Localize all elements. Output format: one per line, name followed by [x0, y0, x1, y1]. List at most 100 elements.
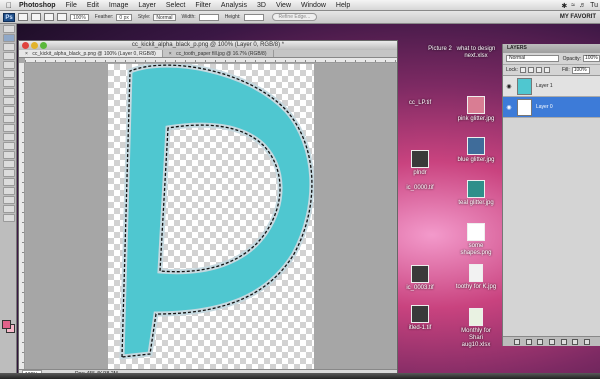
clone-stamp-tool[interactable] — [3, 97, 15, 105]
close-tab-icon[interactable]: × — [169, 51, 172, 57]
layers-panel-title[interactable]: LAYERS — [503, 44, 600, 53]
wifi-icon[interactable]: ≈ — [571, 2, 575, 9]
eyedropper-tool[interactable] — [3, 70, 15, 78]
dock[interactable] — [0, 373, 600, 379]
image-canvas[interactable] — [108, 64, 315, 369]
link-layers-icon[interactable] — [513, 338, 520, 345]
lock-pixels-icon[interactable] — [527, 67, 534, 73]
new-group-icon[interactable] — [560, 338, 567, 345]
menu-3d[interactable]: 3D — [252, 2, 271, 9]
canvas-pasteboard[interactable] — [26, 64, 396, 369]
menu-window[interactable]: Window — [296, 2, 331, 9]
workspace-switcher[interactable]: MY FAVORIT — [560, 14, 596, 20]
menu-select[interactable]: Select — [161, 2, 190, 9]
volume-icon[interactable]: ♬ — [579, 2, 586, 9]
quick-selection-tool[interactable] — [3, 52, 15, 60]
refine-edge-button[interactable]: Refine Edge... — [271, 13, 318, 21]
visibility-eye-icon[interactable]: ◉ — [505, 104, 513, 111]
desktop-icon[interactable]: teal glitter.jpg — [454, 180, 498, 207]
3d-orbit-tool[interactable] — [3, 196, 15, 204]
bluetooth-icon[interactable]: ✱ — [561, 2, 567, 10]
new-layer-icon[interactable] — [572, 338, 579, 345]
menu-app[interactable]: Photoshop — [14, 2, 61, 9]
lock-position-icon[interactable] — [535, 67, 542, 73]
selection-subtract-button[interactable] — [44, 13, 54, 21]
desktop-icon[interactable]: itled-1.tif — [398, 305, 442, 332]
apple-icon[interactable]:  — [4, 1, 14, 10]
selection-new-button[interactable] — [18, 13, 28, 21]
eraser-tool[interactable] — [3, 115, 15, 123]
menu-analysis[interactable]: Analysis — [216, 2, 252, 9]
add-mask-icon[interactable] — [537, 338, 544, 345]
desktop-icon[interactable]: cc_LP.tif — [398, 100, 442, 107]
gradient-tool[interactable] — [3, 124, 15, 132]
height-input[interactable] — [243, 13, 264, 21]
close-window-icon[interactable] — [22, 42, 29, 49]
blend-mode-select[interactable]: Normal — [506, 55, 559, 62]
desktop-icon[interactable]: Monthly for Shari aug10.xlsx — [454, 308, 498, 349]
layer-row[interactable]: ◉ Layer 1 — [503, 76, 600, 97]
document-tab[interactable]: × cc_tooth_paper fill.jpg @ 16.7% (RGB/8… — [163, 50, 274, 57]
maximize-window-icon[interactable] — [40, 42, 47, 49]
type-tool[interactable] — [3, 160, 15, 168]
layer-name[interactable]: Layer 0 — [536, 104, 553, 110]
desktop-icon[interactable]: blue glitter.jpg — [454, 137, 498, 164]
path-selection-tool[interactable] — [3, 169, 15, 177]
shape-tool[interactable] — [3, 178, 15, 186]
selection-intersect-button[interactable] — [57, 13, 67, 21]
horizontal-ruler[interactable] — [25, 58, 397, 63]
zoom-tool[interactable] — [3, 214, 15, 222]
clock[interactable]: Tu — [590, 2, 598, 9]
visibility-eye-icon[interactable]: ◉ — [505, 83, 513, 90]
adjustment-layer-icon[interactable] — [548, 338, 555, 345]
desktop-icon[interactable]: plndr — [398, 150, 442, 177]
letter-p-artwork[interactable] — [108, 64, 315, 369]
layer-row-selected[interactable]: ◉ Layer 0 — [503, 97, 600, 118]
document-tabs: × cc_kickit_alpha_black_p.png @ 100% (La… — [19, 50, 397, 58]
menu-help[interactable]: Help — [331, 2, 355, 9]
close-tab-icon[interactable]: × — [25, 51, 28, 57]
desktop-icon[interactable]: ic_0000.tif — [398, 185, 442, 192]
dodge-tool[interactable] — [3, 142, 15, 150]
lock-transparency-icon[interactable] — [519, 67, 526, 73]
brush-tool[interactable] — [3, 88, 15, 96]
blur-tool[interactable] — [3, 133, 15, 141]
move-tool[interactable] — [3, 25, 15, 33]
trash-icon[interactable] — [584, 338, 591, 345]
zoom-field[interactable]: 100% — [70, 13, 89, 21]
menu-view[interactable]: View — [271, 2, 296, 9]
style-select[interactable]: Normal — [153, 13, 176, 21]
selection-add-button[interactable] — [31, 13, 41, 21]
opacity-input[interactable]: 100% — [582, 55, 600, 62]
feather-input[interactable]: 0 px — [116, 13, 132, 21]
menu-filter[interactable]: Filter — [190, 2, 216, 9]
width-input[interactable] — [198, 13, 219, 21]
hand-tool[interactable] — [3, 205, 15, 213]
foreground-color-swatch[interactable] — [2, 320, 11, 329]
menu-layer[interactable]: Layer — [133, 2, 161, 9]
desktop-icon[interactable]: ic_0003.tif — [398, 265, 442, 292]
3d-rotate-tool[interactable] — [3, 187, 15, 195]
vertical-ruler[interactable] — [19, 63, 25, 369]
menu-image[interactable]: Image — [104, 2, 133, 9]
document-tab[interactable]: × cc_kickit_alpha_black_p.png @ 100% (La… — [19, 50, 163, 57]
desktop-icon-label: teal glitter.jpg — [458, 200, 494, 206]
crop-tool[interactable] — [3, 61, 15, 69]
fill-input[interactable]: 100% — [571, 66, 590, 74]
lock-all-icon[interactable] — [543, 67, 550, 73]
healing-brush-tool[interactable] — [3, 79, 15, 87]
menu-edit[interactable]: Edit — [82, 2, 104, 9]
document-title-bar[interactable]: cc_kickit_alpha_black_p.png @ 100% (Laye… — [19, 41, 397, 50]
desktop-icon[interactable]: pink glitter.jpg — [454, 96, 498, 123]
history-brush-tool[interactable] — [3, 106, 15, 114]
menu-file[interactable]: File — [61, 2, 82, 9]
pen-tool[interactable] — [3, 151, 15, 159]
desktop-icon[interactable]: what to design next.xlsx — [454, 46, 498, 60]
layer-style-icon[interactable] — [525, 338, 532, 345]
desktop-icon[interactable]: toothy for K.jpg — [454, 264, 498, 291]
layer-name[interactable]: Layer 1 — [536, 83, 553, 89]
lasso-tool[interactable] — [3, 43, 15, 51]
marquee-tool[interactable] — [3, 34, 15, 42]
minimize-window-icon[interactable] — [31, 42, 38, 49]
desktop-icon[interactable]: some shapes.png — [454, 223, 498, 257]
